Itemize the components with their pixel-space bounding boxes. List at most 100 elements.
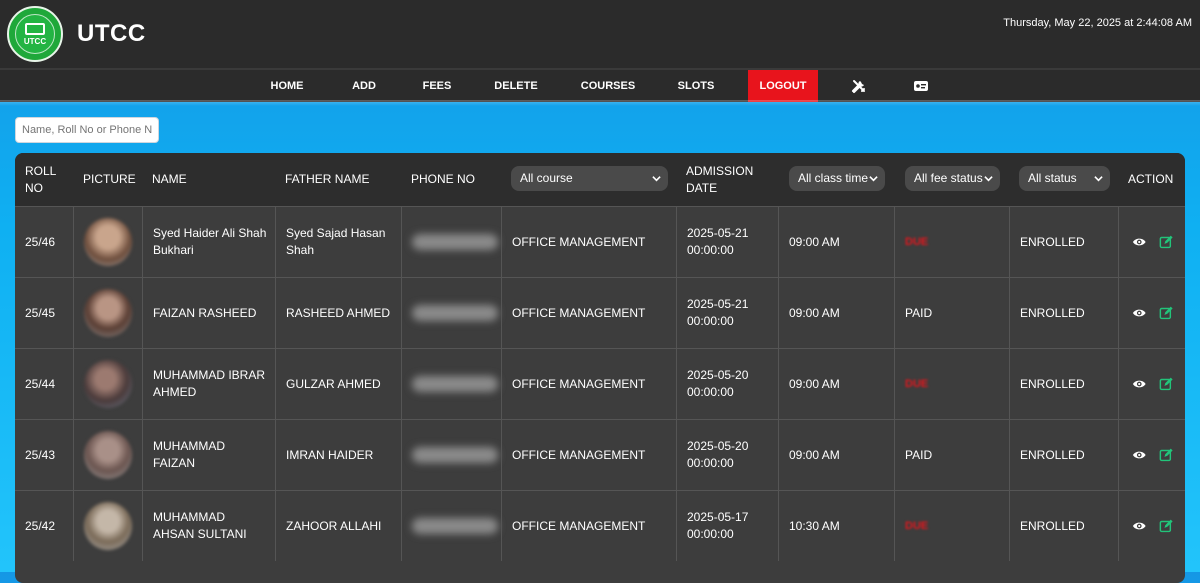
avatar[interactable] [84, 360, 132, 408]
eye-icon[interactable] [1132, 305, 1147, 321]
cell-admission-date: 2025-05-20 00:00:00 [676, 349, 778, 419]
cell-phone-no [401, 491, 501, 561]
chevron-down-icon [869, 176, 878, 182]
chevron-down-icon [1094, 176, 1103, 182]
cell-class-time: 09:00 AM [778, 420, 894, 490]
avatar[interactable] [84, 289, 132, 337]
cell-picture [73, 207, 142, 277]
cell-name: Syed Haider Ali Shah Bukhari [142, 207, 275, 277]
cell-name: MUHAMMAD FAIZAN [142, 420, 275, 490]
cell-father-name: IMRAN HAIDER [275, 420, 401, 490]
cell-roll-no: 25/46 [25, 234, 56, 249]
eye-icon[interactable] [1132, 447, 1147, 463]
search-input[interactable] [15, 117, 159, 143]
cell-roll-no: 25/44 [25, 376, 56, 391]
cell-phone-no [401, 207, 501, 277]
redacted-phone [412, 447, 498, 463]
status-filter-select[interactable]: All status [1019, 166, 1110, 191]
eye-icon[interactable] [1132, 376, 1147, 392]
nav-add[interactable]: ADD [344, 70, 384, 102]
cell-action [1118, 278, 1185, 348]
cell-status: ENROLLED [1009, 349, 1118, 419]
main-nav: HOME ADD FEES DELETE COURSES SLOTS LOGOU… [0, 68, 1200, 102]
redacted-phone [412, 234, 498, 250]
header-action: ACTION [1128, 172, 1174, 186]
cell-picture [73, 278, 142, 348]
nav-logout[interactable]: LOGOUT [748, 70, 818, 102]
table-header: ROLL NO PICTURE NAME FATHER NAME PHONE N… [15, 153, 1185, 206]
cell-name: MUHAMMAD AHSAN SULTANI [142, 491, 275, 561]
header-phone-no: PHONE NO [411, 172, 476, 186]
cell-status: ENROLLED [1009, 278, 1118, 348]
cell-fee-status: DUE [894, 349, 1009, 419]
utcc-logo: UTCC [7, 6, 63, 62]
class-time-filter-select[interactable]: All class time [789, 166, 885, 191]
eye-icon[interactable] [1132, 234, 1147, 250]
admission-time: 00:00:00 [687, 385, 734, 399]
redacted-phone [412, 305, 498, 321]
admission-date: 2025-05-17 [687, 510, 749, 524]
cell-phone-no [401, 420, 501, 490]
cell-course: OFFICE MANAGEMENT [501, 491, 676, 561]
edit-icon[interactable] [1159, 305, 1174, 321]
edit-icon[interactable] [1159, 376, 1174, 392]
course-filter-value: All course [520, 171, 573, 185]
cell-name: FAIZAN RASHEED [142, 278, 275, 348]
id-card-icon[interactable] [913, 78, 929, 94]
table-row: 25/44 MUHAMMAD IBRAR AHMED GULZAR AHMED … [15, 348, 1185, 419]
cell-picture [73, 349, 142, 419]
edit-icon[interactable] [1159, 447, 1174, 463]
cell-father-name: ZAHOOR ALLAHI [275, 491, 401, 561]
computer-icon [25, 22, 45, 35]
cell-father-name: GULZAR AHMED [275, 349, 401, 419]
fee-status-filter-value: All fee status [914, 171, 983, 185]
status-filter-value: All status [1028, 171, 1077, 185]
nav-courses[interactable]: COURSES [574, 70, 642, 102]
fee-status-due: DUE [905, 235, 929, 248]
brand-title: UTCC [77, 20, 146, 47]
cell-name: MUHAMMAD IBRAR AHMED [142, 349, 275, 419]
class-time-filter-value: All class time [798, 171, 869, 185]
table-row: 25/42 MUHAMMAD AHSAN SULTANI ZAHOOR ALLA… [15, 490, 1185, 561]
course-filter-select[interactable]: All course [511, 166, 668, 191]
nav-fees[interactable]: FEES [416, 70, 458, 102]
cell-course: OFFICE MANAGEMENT [501, 278, 676, 348]
admission-date: 2025-05-20 [687, 439, 749, 453]
cell-course: OFFICE MANAGEMENT [501, 207, 676, 277]
admission-date: 2025-05-21 [687, 226, 749, 240]
cell-course: OFFICE MANAGEMENT [501, 349, 676, 419]
cell-father-name: RASHEED AHMED [275, 278, 401, 348]
top-header: UTCC UTCC Thursday, May 22, 2025 at 2:44… [0, 0, 1200, 68]
current-datetime: Thursday, May 22, 2025 at 2:44:08 AM [1003, 17, 1192, 29]
cell-action [1118, 420, 1185, 490]
cell-fee-status: PAID [894, 278, 1009, 348]
avatar[interactable] [84, 431, 132, 479]
edit-icon[interactable] [1159, 518, 1174, 534]
cell-class-time: 09:00 AM [778, 349, 894, 419]
cell-status: ENROLLED [1009, 491, 1118, 561]
chevron-down-icon [984, 176, 993, 182]
cell-fee-status: DUE [894, 207, 1009, 277]
cell-admission-date: 2025-05-20 00:00:00 [676, 420, 778, 490]
tools-icon[interactable] [851, 78, 867, 94]
cell-father-name: Syed Sajad Hasan Shah [275, 207, 401, 277]
eye-icon[interactable] [1132, 518, 1147, 534]
cell-admission-date: 2025-05-17 00:00:00 [676, 491, 778, 561]
nav-slots[interactable]: SLOTS [674, 70, 718, 102]
cell-phone-no [401, 349, 501, 419]
header-admission-date: ADMISSION DATE [686, 163, 754, 195]
fee-status-filter-select[interactable]: All fee status [905, 166, 1000, 191]
avatar[interactable] [84, 218, 132, 266]
edit-icon[interactable] [1159, 234, 1174, 250]
cell-roll-no: 25/42 [25, 518, 56, 533]
avatar[interactable] [84, 502, 132, 550]
cell-admission-date: 2025-05-21 00:00:00 [676, 278, 778, 348]
logo-label: UTCC [23, 36, 47, 46]
table-row: 25/46 Syed Haider Ali Shah Bukhari Syed … [15, 206, 1185, 277]
redacted-phone [412, 376, 498, 392]
nav-home[interactable]: HOME [262, 70, 312, 102]
cell-fee-status: DUE [894, 491, 1009, 561]
cell-class-time: 09:00 AM [778, 278, 894, 348]
cell-roll-no: 25/45 [25, 305, 56, 320]
nav-delete[interactable]: DELETE [490, 70, 542, 102]
